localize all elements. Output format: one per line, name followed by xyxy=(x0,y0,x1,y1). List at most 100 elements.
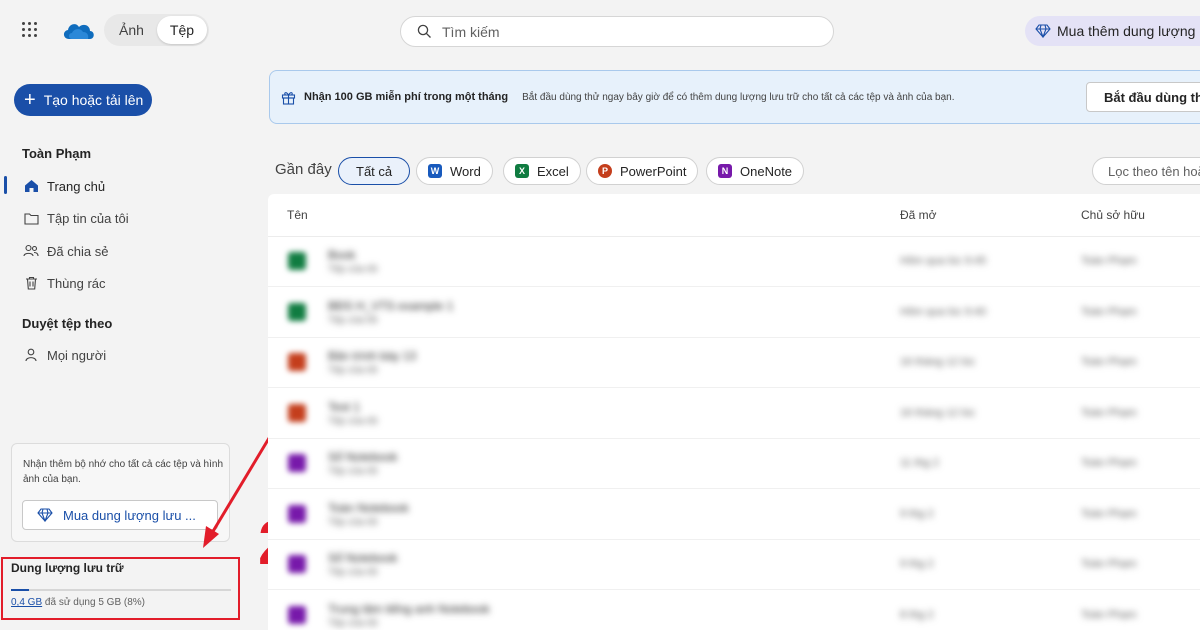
file-name: Sổ Notebook xyxy=(328,450,398,464)
storage-used-rest: đã sử dụng 5 GB (8%) xyxy=(44,597,145,608)
search-icon xyxy=(417,24,431,38)
user-name: Toàn Phạm xyxy=(22,146,92,161)
file-opened: 9 thg 2 xyxy=(900,507,934,520)
file-owner: Toàn Phạm xyxy=(1081,558,1137,570)
file-owner: Toàn Phạm xyxy=(1081,255,1137,267)
table-row[interactable]: Bản trình bày 13 Tệp của tôi 16 tháng 12 l… xyxy=(268,338,1200,388)
sidebar-item-label: Đã chia sẻ xyxy=(47,243,109,259)
filter-pill-label: Word xyxy=(450,163,481,179)
powerpoint-icon: P xyxy=(598,164,612,178)
file-name: Trung tâm tiếng anh Notebook xyxy=(328,601,490,616)
person-icon xyxy=(22,346,40,364)
onedrive-logo-icon[interactable] xyxy=(60,17,96,43)
powerpoint-file-icon xyxy=(288,403,306,422)
filter-pill-onenote[interactable]: N OneNote xyxy=(706,157,805,185)
file-owner: Toàn Phạm xyxy=(1081,305,1137,318)
home-icon xyxy=(22,177,40,195)
banner-description: Bắt đầu dùng thử ngay bây giờ để có thêm… xyxy=(522,91,955,103)
gift-icon xyxy=(281,91,296,105)
view-toggle: Ảnh Tệp xyxy=(104,14,210,46)
table-row[interactable]: Sổ Notebook Tệp của tôi 11 thg 2 Toàn Phạm xyxy=(268,439,1200,489)
sidebar-item-label: Tập tin của tôi xyxy=(47,210,129,226)
sidebar-item-people[interactable]: Mọi người xyxy=(22,344,106,366)
start-trial-button[interactable]: Bắt đầu dùng thử xyxy=(1086,82,1200,112)
buy-storage-promo-button[interactable]: Mua dung lượng lưu ... xyxy=(22,500,218,530)
file-location: Tệp của tôi xyxy=(328,516,378,528)
storage-used-link[interactable]: 0,4 GB xyxy=(11,597,42,608)
filter-pill-all[interactable]: Tất cả xyxy=(338,157,411,185)
storage-used-text: 0,4 GB đã sử dụng 5 GB (8%) xyxy=(11,597,145,608)
buy-storage-button[interactable]: Mua thêm dung lượng lưu xyxy=(1025,16,1200,46)
filter-by-name-input[interactable]: Lọc theo tên hoặc xyxy=(1092,157,1200,185)
browse-title: Duyệt tệp theo xyxy=(22,316,113,331)
file-owner: Toàn Phạm xyxy=(1081,356,1137,368)
onenote-icon: N xyxy=(718,164,732,178)
file-opened: Hôm qua lúc 9:45 xyxy=(900,255,987,267)
table-row[interactable]: Book Tệp của tôi Hôm qua lúc 9:45 Toàn Phạm xyxy=(268,237,1200,287)
file-location: Tệp của tôi xyxy=(328,264,378,275)
file-name: BĐS H_VTS example 1 xyxy=(328,298,454,313)
sidebar-item-trash[interactable]: Thùng rác xyxy=(22,272,106,294)
storage-usage-box[interactable]: Dung lượng lưu trữ 0,4 GB đã sử dụng 5 G… xyxy=(1,557,240,620)
plus-icon: + xyxy=(24,89,36,111)
column-header-opened[interactable]: Đã mở xyxy=(900,208,937,222)
create-upload-button[interactable]: + Tạo hoặc tải lên xyxy=(14,84,152,116)
people-icon xyxy=(22,242,40,260)
file-opened: 16 tháng 12 lúc xyxy=(900,356,976,368)
folder-icon xyxy=(22,209,40,227)
excel-file-icon xyxy=(288,252,306,270)
banner-title: Nhận 100 GB miễn phí trong một tháng xyxy=(304,91,509,103)
file-name: Test 1 xyxy=(328,399,361,414)
file-opened: 8 thg 2 xyxy=(900,608,934,621)
tab-files[interactable]: Tệp xyxy=(156,16,208,44)
search-input[interactable] xyxy=(442,23,802,40)
table-row[interactable]: Test 1 Tệp của tôi 16 tháng 12 lúc Toàn Phạ… xyxy=(268,389,1200,439)
file-opened: 11 thg 2 xyxy=(900,457,939,469)
filter-pill-label: Excel xyxy=(537,163,569,179)
column-header-name[interactable]: Tên xyxy=(287,208,308,222)
app-launcher-icon[interactable] xyxy=(22,22,38,38)
sidebar-item-shared[interactable]: Đã chia sẻ xyxy=(22,240,108,262)
active-indicator xyxy=(4,176,7,194)
filter-pill-word[interactable]: W Word xyxy=(416,157,493,185)
tab-photos[interactable]: Ảnh xyxy=(106,16,157,44)
filter-pill-excel[interactable]: X Excel xyxy=(503,157,581,185)
storage-title: Dung lượng lưu trữ xyxy=(11,561,124,575)
recent-files-table: Tên Đã mở Chủ sở hữu Book Tệp của tôi Hôm … xyxy=(268,194,1200,630)
table-row[interactable]: Toàn Notebook Tệp của tôi 9 thg 2 Toàn Phạm xyxy=(268,490,1200,540)
sidebar-item-home[interactable]: Trang chủ xyxy=(22,175,105,197)
filter-pill-label: Tất cả xyxy=(356,163,393,179)
file-name: Book xyxy=(328,248,356,262)
table-row[interactable]: Sổ Notebook Tệp của tôi 9 thg 2 Toàn Phạm xyxy=(268,540,1200,590)
onenote-file-icon xyxy=(288,454,306,472)
filter-pill-powerpoint[interactable]: P PowerPoint xyxy=(586,157,699,185)
storage-progress-bar xyxy=(11,589,231,591)
file-location: Tệp của tôi xyxy=(328,314,378,326)
file-name: Toàn Notebook xyxy=(328,500,409,515)
promo-text: Nhận thêm bộ nhớ cho tất cả các tệp và h… xyxy=(23,459,224,485)
file-name: Bản trình bày 13 xyxy=(328,349,417,363)
trial-banner: Nhận 100 GB miễn phí trong một tháng Bắt… xyxy=(269,70,1200,124)
create-upload-label: Tạo hoặc tải lên xyxy=(43,92,144,108)
file-owner: Toàn Phạm xyxy=(1081,406,1137,419)
buy-storage-label: Mua thêm dung lượng lưu xyxy=(1057,23,1200,39)
file-opened: 9 thg 2 xyxy=(900,558,934,570)
file-location: Tệp của tôi xyxy=(328,415,378,427)
column-header-owner[interactable]: Chủ sở hữu xyxy=(1081,208,1145,222)
sidebar-item-label: Mọi người xyxy=(47,347,107,363)
file-owner: Toàn Phạm xyxy=(1081,507,1137,520)
table-row[interactable]: Trung tâm tiếng anh Notebook Tệp của tôi 8… xyxy=(268,591,1200,630)
excel-icon: X xyxy=(515,164,529,178)
file-owner: Toàn Phạm xyxy=(1081,457,1137,469)
diamond-icon xyxy=(1035,24,1051,38)
file-location: Tệp của tôi xyxy=(328,567,378,578)
table-row[interactable]: BĐS H_VTS example 1 Tệp của tôi Hôm qua lú… xyxy=(268,288,1200,338)
file-location: Tệp của tôi xyxy=(328,617,378,629)
diamond-icon xyxy=(37,508,53,522)
powerpoint-file-icon xyxy=(288,353,306,371)
file-opened: 16 tháng 12 lúc xyxy=(900,406,976,419)
excel-file-icon xyxy=(288,302,306,321)
sidebar-item-my-files[interactable]: Tập tin của tôi xyxy=(22,207,129,229)
search-box[interactable] xyxy=(400,16,834,47)
filter-pill-label: PowerPoint xyxy=(620,163,687,179)
